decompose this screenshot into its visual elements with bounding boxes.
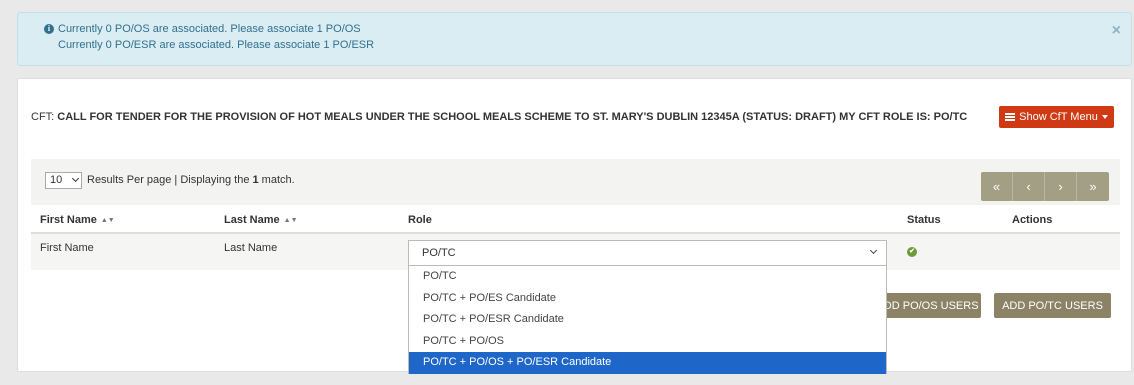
results-suffix: match. xyxy=(258,174,295,186)
prev-page-button[interactable]: ‹ xyxy=(1013,172,1045,201)
last-page-button[interactable]: » xyxy=(1077,172,1109,201)
column-header-status: Status xyxy=(907,214,941,226)
caret-down-icon xyxy=(1101,115,1108,119)
chevron-down-icon xyxy=(71,174,80,183)
list-icon xyxy=(1005,113,1016,121)
column-header-actions: Actions xyxy=(1012,214,1053,226)
chevron-down-icon xyxy=(869,246,878,255)
first-page-button[interactable]: « xyxy=(981,172,1013,201)
check-circle-icon: ✔ xyxy=(907,247,917,257)
cell-first-name: First Name xyxy=(40,242,94,254)
role-dropdown-list: PO/TC PO/TC + PO/ES Candidate PO/TC + PO… xyxy=(408,265,887,374)
alert-line-poesr: Currently 0 PO/ESR are associated. Pleas… xyxy=(58,39,375,51)
cell-last-name: Last Name xyxy=(224,242,278,254)
alert-line-poos: Currently 0 PO/OS are associated. Please… xyxy=(58,23,361,35)
column-header-first-name[interactable]: First Name ▲▼ xyxy=(40,214,115,226)
role-option-potc-poos[interactable]: PO/TC + PO/OS xyxy=(409,331,886,353)
info-circle-icon: i xyxy=(44,24,54,34)
role-select[interactable]: PO/TC xyxy=(408,240,887,266)
close-icon[interactable]: × xyxy=(1112,23,1121,39)
sort-icon[interactable]: ▲▼ xyxy=(284,217,298,224)
add-potc-users-button[interactable]: ADD PO/TC USERS xyxy=(994,293,1111,318)
results-toolbar: 10 Results Per page | Displaying the 1 m… xyxy=(31,159,1120,205)
show-cft-menu-button[interactable]: Show CfT Menu xyxy=(999,106,1114,128)
per-page-value: 10 xyxy=(50,174,63,186)
page-title-text: CALL FOR TENDER FOR THE PROVISION OF HOT… xyxy=(57,111,968,123)
role-option-potc[interactable]: PO/TC xyxy=(409,266,886,288)
role-option-potc-poes[interactable]: PO/TC + PO/ES Candidate xyxy=(409,288,886,310)
page-title: CFT: CALL FOR TENDER FOR THE PROVISION O… xyxy=(31,111,991,124)
column-header-first-name-label: First Name xyxy=(40,214,97,226)
column-header-role: Role xyxy=(408,214,432,226)
role-select-value: PO/TC xyxy=(422,247,456,259)
role-option-potc-poesr[interactable]: PO/TC + PO/ESR Candidate xyxy=(409,309,886,331)
role-option-potc-poos-poesr[interactable]: PO/TC + PO/OS + PO/ESR Candidate xyxy=(409,352,886,374)
results-summary: Results Per page | Displaying the 1 matc… xyxy=(87,174,295,186)
column-header-last-name[interactable]: Last Name ▲▼ xyxy=(224,214,298,226)
page-title-lead: CFT: xyxy=(31,111,58,123)
show-cft-menu-label: Show CfT Menu xyxy=(1019,111,1098,123)
results-prefix: Results Per page | Displaying the xyxy=(87,174,253,186)
add-poos-users-button[interactable]: ADD PO/OS USERS xyxy=(874,293,981,318)
per-page-select[interactable]: 10 xyxy=(45,172,82,189)
alert-banner: i Currently 0 PO/OS are associated. Plea… xyxy=(17,12,1132,66)
next-page-button[interactable]: › xyxy=(1045,172,1077,201)
column-header-last-name-label: Last Name xyxy=(224,214,280,226)
sort-icon[interactable]: ▲▼ xyxy=(101,217,115,224)
pagination: « ‹ › » xyxy=(981,172,1109,201)
